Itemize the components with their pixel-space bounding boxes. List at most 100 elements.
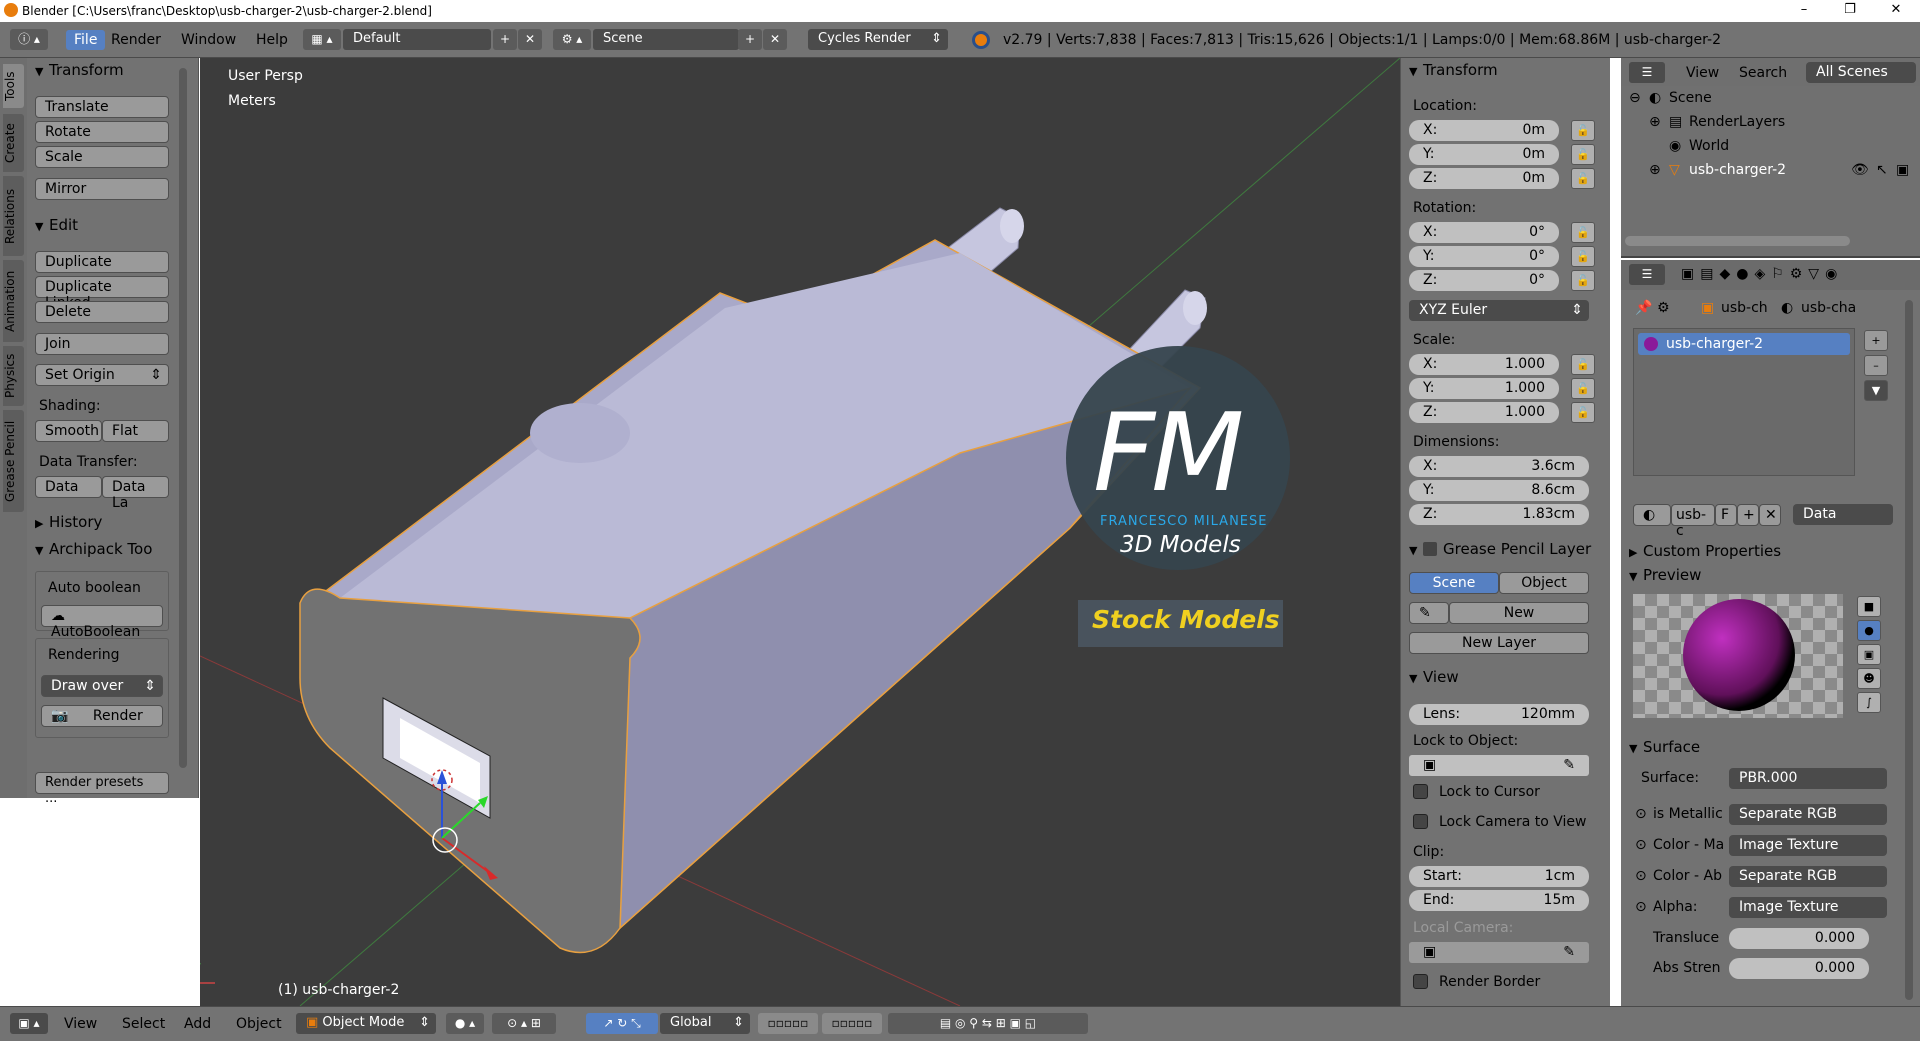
scale-z-field[interactable]: Z: 1.000	[1409, 402, 1559, 423]
lens-field[interactable]: Lens: 120mm	[1409, 704, 1589, 725]
scale-button[interactable]: Scale	[35, 146, 169, 168]
outliner-search-menu[interactable]: Search	[1739, 65, 1787, 81]
rotation-y-field[interactable]: Y: 0°	[1409, 246, 1559, 267]
properties-scrollbar[interactable]	[1905, 300, 1913, 1000]
tab-animation[interactable]: Animation	[3, 260, 24, 342]
breadcrumb-object[interactable]: usb-ch	[1721, 300, 1768, 316]
menu-window[interactable]: Window	[181, 32, 236, 48]
menu-help[interactable]: Help	[256, 32, 288, 48]
translucency-field[interactable]: 0.000	[1729, 928, 1869, 949]
remove-scene-icon[interactable]: ✕	[763, 29, 787, 50]
outliner-view-menu[interactable]: View	[1686, 65, 1719, 81]
tab-tools[interactable]: Tools	[3, 64, 24, 108]
input-link-select[interactable]: Image Texture	[1729, 897, 1887, 918]
minimize-button[interactable]: –	[1781, 0, 1827, 22]
render-engine-select[interactable]: Cycles Render ⇕	[808, 29, 948, 50]
clip-end-field[interactable]: End: 15m	[1409, 890, 1589, 911]
lock-icon[interactable]: 🔓	[1571, 120, 1595, 141]
panel-transform-header[interactable]: ▼ Transform	[35, 61, 124, 79]
properties-context-icons[interactable]: ▣▤◆●◈⚐⚙▽◉	[1681, 266, 1843, 282]
clip-start-field[interactable]: Start: 1cm	[1409, 866, 1589, 887]
outliner-display-select[interactable]: All Scenes	[1806, 62, 1916, 83]
menu-select[interactable]: Select	[122, 1016, 165, 1032]
local-camera-field[interactable]: ▣ ✎	[1409, 942, 1589, 963]
lock-object-field[interactable]: ▣ ✎	[1409, 755, 1589, 776]
cursor-select-icon[interactable]: ↖	[1876, 162, 1888, 178]
dimension-y-field[interactable]: Y: 8.6cm	[1409, 480, 1589, 501]
pencil-icon[interactable]: ✎	[1409, 602, 1449, 624]
duplicate-linked-button[interactable]: Duplicate Linked	[35, 276, 169, 311]
gp-new-layer-button[interactable]: New Layer	[1409, 632, 1589, 654]
preview-header[interactable]: ▼ Preview	[1629, 566, 1701, 584]
rotation-x-field[interactable]: X: 0°	[1409, 222, 1559, 243]
panel-edit-header[interactable]: ▼ Edit	[35, 216, 78, 234]
data-transfer-button[interactable]: Data	[35, 476, 102, 498]
gp-object-button[interactable]: Object	[1499, 572, 1589, 594]
material-browse-icon[interactable]: ◐	[1633, 504, 1671, 526]
scale-x-field[interactable]: X: 1.000	[1409, 354, 1559, 375]
lock-camera-checkbox[interactable]	[1413, 814, 1428, 829]
outliner-editor-icon[interactable]: ☰	[1629, 62, 1665, 83]
preview-monkey-icon[interactable]: ☻	[1857, 668, 1881, 689]
data-layers-button[interactable]: Data La	[102, 476, 169, 511]
surface-shader-select[interactable]: PBR.000	[1729, 768, 1887, 789]
render-camera-icon[interactable]: ▣	[1896, 162, 1909, 178]
render-border-checkbox[interactable]	[1413, 974, 1428, 989]
set-origin-select[interactable]: Set Origin ⇕	[35, 364, 169, 386]
lock-icon[interactable]: 🔓	[1571, 378, 1595, 399]
tab-relations[interactable]: Relations	[3, 176, 24, 256]
material-name-field[interactable]: usb-c	[1671, 504, 1715, 539]
flat-button[interactable]: Flat	[102, 420, 169, 442]
scene-icon[interactable]: ⚙ ▴	[553, 29, 591, 50]
add-scene-icon[interactable]: +	[738, 29, 762, 50]
unlink-material-icon[interactable]: ✕	[1759, 504, 1781, 526]
menu-add[interactable]: Add	[184, 1016, 211, 1032]
location-z-field[interactable]: Z: 0m	[1409, 168, 1559, 189]
smooth-button[interactable]: Smooth	[35, 420, 102, 442]
n-view-header[interactable]: ▼ View	[1409, 668, 1459, 686]
autoboolean-button[interactable]: ☁ AutoBoolean	[41, 605, 163, 640]
editor-type-info-icon[interactable]: ⓘ ▴	[10, 29, 48, 50]
input-link-select[interactable]: Separate RGB	[1729, 866, 1887, 887]
maximize-button[interactable]: ❐	[1827, 0, 1873, 22]
rotate-button[interactable]: Rotate	[35, 121, 169, 143]
mirror-button[interactable]: Mirror	[35, 178, 169, 200]
layers-grid-a[interactable]: ▫▫▫▫▫	[758, 1013, 818, 1034]
lock-icon[interactable]: 🔓	[1571, 270, 1595, 291]
location-y-field[interactable]: Y: 0m	[1409, 144, 1559, 165]
add-layout-icon[interactable]: +	[493, 29, 517, 50]
preview-hair-icon[interactable]: ∫	[1857, 692, 1881, 713]
3d-viewport[interactable]: User Persp Meters (1) usb-charger-2 FM F…	[200, 58, 1400, 1006]
abs-strength-field[interactable]: 0.000	[1729, 958, 1869, 979]
menu-view[interactable]: View	[64, 1016, 97, 1032]
dimension-z-field[interactable]: Z: 1.83cm	[1409, 504, 1589, 525]
n-transform-header[interactable]: ▼ Transform	[1409, 61, 1498, 79]
mode-select[interactable]: ▣ Object Mode ⇕	[296, 1013, 436, 1034]
panel-archipack-header[interactable]: ▼ Archipack Too	[35, 540, 152, 558]
pin-icon[interactable]: 📌	[1635, 300, 1652, 316]
draw-over-select[interactable]: Draw over ⇕	[41, 675, 163, 697]
location-x-field[interactable]: X: 0m	[1409, 120, 1559, 141]
eyedropper-icon[interactable]: ✎	[1563, 944, 1575, 960]
lock-icon[interactable]: 🔓	[1571, 402, 1595, 423]
outliner-item-scene[interactable]: Scene	[1669, 90, 1712, 106]
pivot-snap-icons[interactable]: ⊙ ▴ ⊞	[492, 1013, 556, 1034]
scale-y-field[interactable]: Y: 1.000	[1409, 378, 1559, 399]
translate-button[interactable]: Translate	[35, 96, 169, 118]
menu-object[interactable]: Object	[236, 1016, 282, 1032]
toolshelf-scrollbar[interactable]	[179, 68, 187, 768]
join-button[interactable]: Join	[35, 333, 169, 355]
manipulator-icons[interactable]: ↗ ↻ ⤡	[586, 1013, 658, 1034]
eyedropper-icon[interactable]: ✎	[1563, 757, 1575, 773]
preview-flat-icon[interactable]: ■	[1857, 596, 1881, 617]
gp-new-button[interactable]: New	[1449, 602, 1589, 624]
screen-layout-field[interactable]: Default	[343, 29, 491, 50]
menu-file[interactable]: File	[66, 30, 106, 50]
input-link-select[interactable]: Separate RGB	[1729, 804, 1887, 825]
lock-icon[interactable]: 🔓	[1571, 144, 1595, 165]
expand-icon[interactable]: ⊕	[1649, 162, 1661, 178]
grease-pencil-header[interactable]: ▼ Grease Pencil Layer	[1409, 540, 1591, 558]
breadcrumb-material[interactable]: usb-cha	[1801, 300, 1856, 316]
lock-to-cursor-checkbox[interactable]	[1413, 784, 1428, 799]
gp-scene-button[interactable]: Scene	[1409, 572, 1499, 594]
